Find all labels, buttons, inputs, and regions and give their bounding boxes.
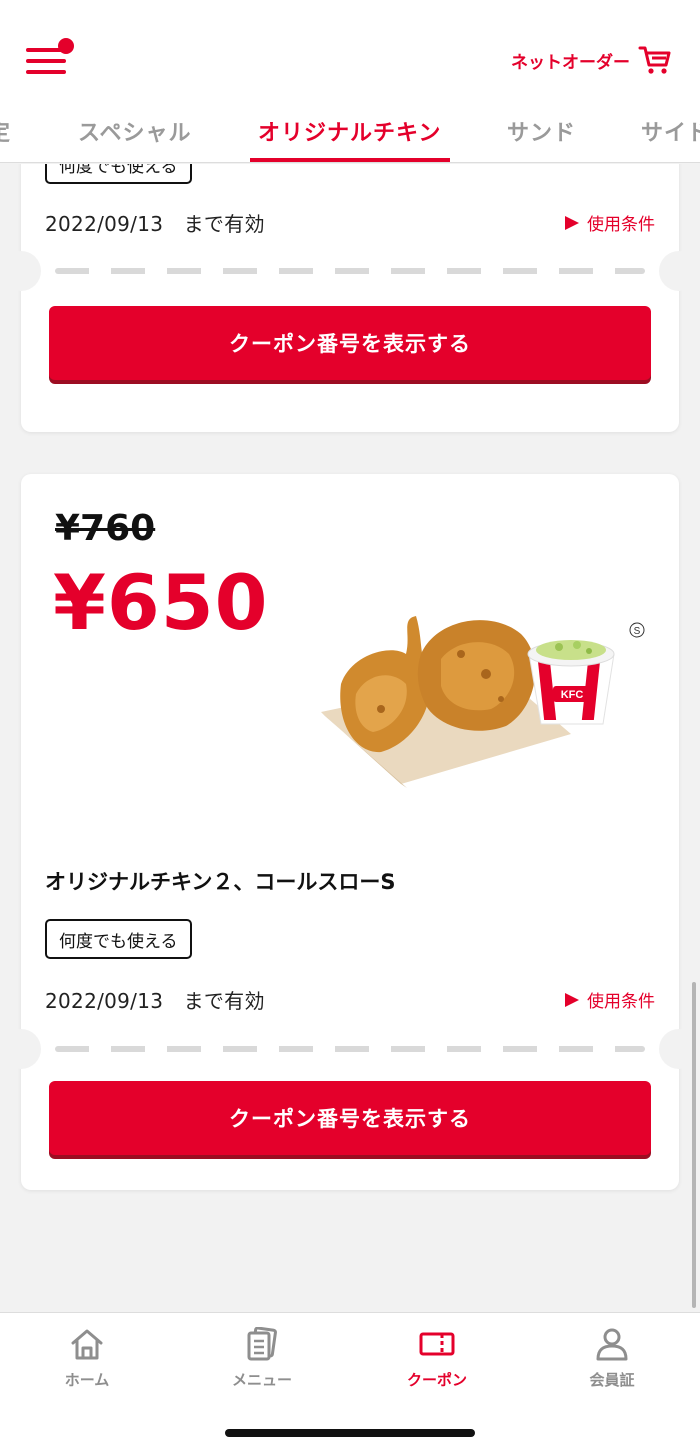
notification-dot-icon	[58, 38, 74, 54]
home-icon	[71, 1329, 103, 1360]
play-triangle-icon	[565, 215, 579, 230]
tab-side[interactable]: サイド	[641, 115, 700, 147]
product-image: KFC S	[321, 616, 645, 788]
app-header: ネットオーダー	[0, 0, 700, 105]
tab-special[interactable]: スペシャル	[78, 115, 191, 147]
play-triangle-icon	[565, 992, 579, 1007]
nav-label-menu: メニュー	[231, 1371, 292, 1389]
menu-bar	[26, 59, 66, 63]
valid-until-text: 2022/09/13 まで有効	[45, 212, 265, 236]
coupon-card: ¥760 ¥650 KFC S オリジナルチキン２、コールスローS 何度でも使え…	[1, 474, 699, 1190]
menu-bar	[26, 70, 66, 74]
terms-link[interactable]: 使用条件	[565, 210, 655, 235]
dashed-line	[55, 1046, 645, 1052]
scrollbar[interactable]	[692, 982, 696, 1308]
perforation-divider	[1, 251, 699, 291]
nav-label-home: ホーム	[64, 1371, 110, 1389]
coupon-card: 何度でも使える 2022/09/13 まで有効 使用条件 クーポン番号を表示する	[1, 164, 699, 432]
nav-item-coupon[interactable]: クーポン	[382, 1327, 492, 1390]
active-tab-indicator	[250, 158, 450, 162]
member-icon	[596, 1328, 628, 1361]
tab-teiban[interactable]: 定	[0, 115, 11, 147]
nav-item-member[interactable]: 会員証	[557, 1327, 667, 1390]
nav-item-home[interactable]: ホーム	[32, 1327, 142, 1390]
nav-label-member: 会員証	[589, 1371, 635, 1389]
bottom-navigation: ホーム メニュー クーポン 会員証	[0, 1312, 700, 1449]
hamburger-menu-button[interactable]	[26, 38, 74, 78]
net-order-button[interactable]: ネットオーダー	[511, 44, 672, 76]
coupon-icon	[419, 1332, 455, 1356]
nav-item-menu[interactable]: メニュー	[207, 1327, 317, 1390]
category-tabs: 定 スペシャル オリジナルチキン サンド サイド	[0, 105, 700, 163]
cart-icon	[638, 46, 671, 74]
reusable-badge: 何度でも使える	[45, 919, 192, 959]
home-indicator[interactable]	[225, 1429, 475, 1437]
reusable-badge: 何度でも使える	[45, 164, 192, 184]
size-mark: S	[634, 626, 641, 637]
net-order-label: ネットオーダー	[511, 52, 630, 73]
ticket-notch	[659, 251, 699, 291]
tab-original-chicken[interactable]: オリジナルチキン	[258, 115, 441, 147]
product-name: オリジナルチキン２、コールスローS	[45, 870, 396, 894]
valid-until-text: 2022/09/13 まで有効	[45, 989, 265, 1013]
terms-label: 使用条件	[587, 215, 655, 235]
perforation-divider	[1, 1029, 699, 1069]
coupon-list[interactable]: 何度でも使える 2022/09/13 まで有効 使用条件 クーポン番号を表示する…	[0, 164, 700, 1312]
ticket-notch	[1, 1029, 41, 1069]
dashed-line	[55, 268, 645, 274]
terms-label: 使用条件	[587, 992, 655, 1012]
terms-link[interactable]: 使用条件	[565, 987, 655, 1012]
menu-book-icon	[247, 1327, 277, 1361]
kfc-logo: KFC	[561, 689, 584, 701]
nav-label-coupon: クーポン	[406, 1371, 467, 1389]
tab-sand[interactable]: サンド	[507, 115, 576, 147]
original-price: ¥760	[55, 508, 156, 549]
show-coupon-number-button[interactable]: クーポン番号を表示する	[49, 1081, 651, 1155]
ticket-notch	[1, 251, 41, 291]
discount-price: ¥650	[53, 558, 269, 647]
show-coupon-number-button[interactable]: クーポン番号を表示する	[49, 306, 651, 380]
